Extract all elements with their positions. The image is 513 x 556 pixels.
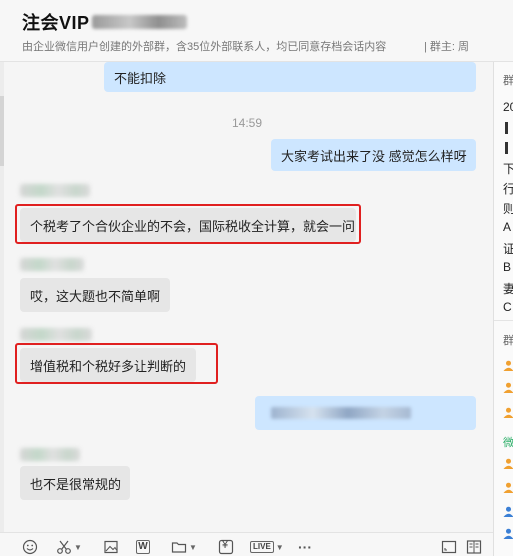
member-orange-icon[interactable] [503,458,513,469]
notice-line: 20 [503,100,513,114]
chat-window: 注会VIP 由企业微信用户创建的外部群，含35位外部联系人，均已同意存档会话内容… [0,0,513,556]
message-bubble-incoming[interactable]: 也不是很常规的 [20,466,130,500]
more-icon[interactable]: ··· [298,539,312,555]
more-label: ··· [298,539,312,555]
notice-bar-glyph [505,142,508,154]
message-bubble-incoming[interactable]: 哎，这大题也不简单啊 [20,278,170,312]
message-bubble-incoming[interactable]: 个税考了个合伙企业的不会，国际税收全计算，就会一问 [20,208,356,242]
message-bubble-outgoing-redacted[interactable] [255,396,476,430]
right-info-panel: 群 20 下 行 则 A 证 B 妻 C 群 微 [493,62,513,556]
input-toolbar: ▼ W ▼ ¥ LIVE ▼ ··· [0,532,493,556]
sender-name-redacted[interactable] [20,258,84,271]
member-blue-icon[interactable] [503,506,513,517]
screenshot-icon[interactable] [441,539,457,555]
member-orange-icon[interactable] [503,382,513,393]
member-blue-icon[interactable] [503,528,513,539]
message-text: 也不是很常规的 [30,476,122,492]
history-icon[interactable] [466,539,482,555]
yen-icon[interactable]: ¥ [218,539,234,555]
notice-line: 妻 [503,280,513,297]
group-owner: | 群主: 周 [424,41,470,53]
message-text: 不能扣除 [114,70,167,86]
group-subtitle: 由企业微信用户创建的外部群，含35位外部联系人，均已同意存档会话内容 [22,41,387,53]
chevron-down-icon[interactable]: ▼ [276,543,284,552]
message-text: 增值税和个税好多让判断的 [30,358,187,374]
group-title[interactable]: 注会VIP [22,10,187,34]
message-bubble-incoming[interactable]: 增值税和个税好多让判断的 [20,348,196,382]
word-label: W [136,540,150,554]
members-title: 群 [503,335,513,347]
message-text: 个税考了个合伙企业的不会，国际税收全计算，就会一问 [30,218,356,234]
notice-line: 下 [503,160,513,177]
member-orange-icon[interactable] [503,407,513,418]
sender-name-redacted[interactable] [20,328,92,341]
live-icon[interactable]: LIVE ▼ [250,539,284,555]
group-title-redacted [91,15,187,29]
live-label: LIVE [250,541,274,553]
chat-header: 注会VIP 由企业微信用户创建的外部群，含35位外部联系人，均已同意存档会话内容… [0,0,513,62]
sender-name-redacted[interactable] [20,184,90,197]
word-icon[interactable]: W [136,539,150,555]
notice-line: 行 [503,180,513,197]
notice-line: 证 [503,240,513,257]
notice-line: 则 [503,200,513,217]
timestamp: 14:59 [232,116,263,130]
message-text: 大家考试出来了没 感觉怎么样呀 [281,148,467,164]
group-notice-title: 群 [503,75,513,87]
panel-divider [494,320,513,321]
wechat-label: 微 [503,437,513,449]
member-orange-icon[interactable] [503,360,513,371]
scissors-icon[interactable]: ▼ [56,539,82,555]
notice-bar-glyph [505,122,508,134]
notice-line: B [503,260,512,274]
sender-name-redacted[interactable] [20,448,80,461]
member-orange-icon[interactable] [503,482,513,493]
notice-line: C [503,300,512,314]
yen-label: ¥ [222,539,229,551]
folder-icon[interactable]: ▼ [171,539,197,555]
message-text: 哎，这大题也不简单啊 [30,288,161,304]
scrollbar-thumb[interactable] [0,96,4,166]
image-icon[interactable] [103,539,119,555]
notice-line: A [503,220,512,234]
message-bubble-outgoing[interactable]: 大家考试出来了没 感觉怎么样呀 [271,139,476,171]
group-title-text: 注会VIP [22,13,90,33]
chevron-down-icon[interactable]: ▼ [189,543,197,552]
redacted-text [271,407,411,419]
emoji-icon[interactable] [22,539,38,555]
message-bubble-outgoing[interactable]: 不能扣除 [104,62,476,92]
chevron-down-icon[interactable]: ▼ [74,543,82,552]
